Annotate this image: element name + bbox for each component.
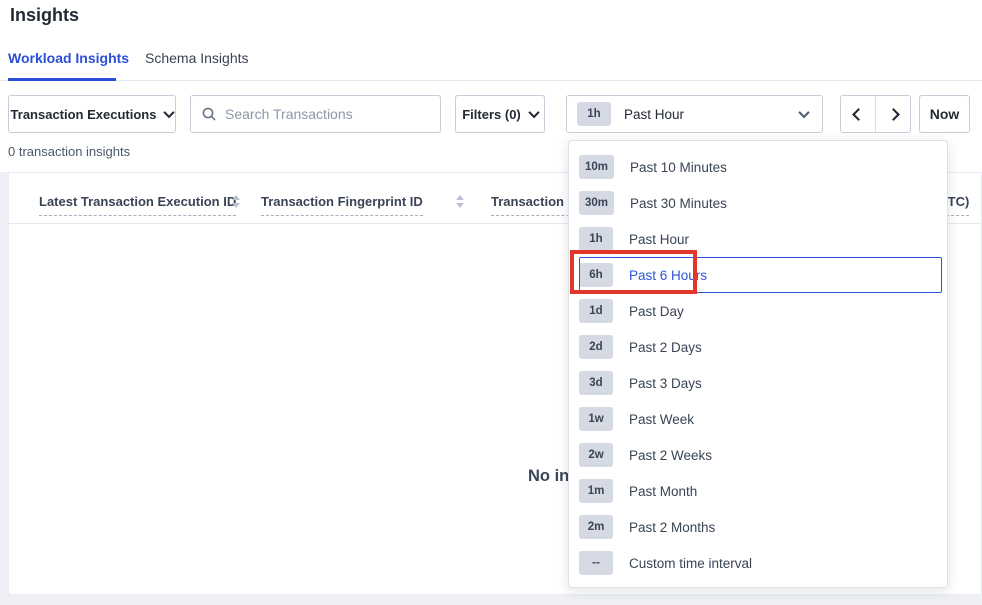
- now-label: Now: [930, 106, 960, 122]
- time-option-badge: 30m: [579, 191, 614, 215]
- time-option-badge: 2d: [579, 335, 613, 359]
- sort-icon[interactable]: [231, 195, 240, 208]
- time-interval-badge: 1h: [577, 102, 611, 126]
- chevron-left-icon: [852, 108, 865, 121]
- time-option-past-month[interactable]: 1m Past Month: [569, 473, 947, 509]
- filters-label: Filters (0): [462, 107, 521, 122]
- time-option-past-3-days[interactable]: 3d Past 3 Days: [569, 365, 947, 401]
- time-option-past-day[interactable]: 1d Past Day: [569, 293, 947, 329]
- time-option-past-2-months[interactable]: 2m Past 2 Months: [569, 509, 947, 545]
- time-option-past-2-weeks[interactable]: 2w Past 2 Weeks: [569, 437, 947, 473]
- time-option-past-6-hours[interactable]: 6h Past 6 Hours: [569, 257, 947, 293]
- filters-button[interactable]: Filters (0): [455, 95, 545, 133]
- time-option-badge: 2m: [579, 515, 613, 539]
- time-interval-label: Past Hour: [624, 107, 787, 122]
- tab-schema-insights[interactable]: Schema Insights: [145, 50, 249, 66]
- time-option-badge: 6h: [579, 263, 613, 287]
- previous-interval-button[interactable]: [841, 96, 875, 132]
- insights-page: Insights Workload Insights Schema Insigh…: [0, 0, 982, 605]
- chevron-down-icon: [798, 107, 809, 118]
- time-option-custom-interval[interactable]: -- Custom time interval: [569, 545, 947, 581]
- time-option-badge: 2w: [579, 443, 613, 467]
- chevron-down-icon: [528, 107, 539, 118]
- time-option-past-week[interactable]: 1w Past Week: [569, 401, 947, 437]
- page-title: Insights: [10, 5, 79, 26]
- next-interval-button[interactable]: [875, 96, 910, 132]
- time-option-past-30-minutes[interactable]: 30m Past 30 Minutes: [569, 185, 947, 221]
- time-interval-dropdown-menu: 10m Past 10 Minutes 30m Past 30 Minutes …: [568, 140, 948, 588]
- results-count: 0 transaction insights: [8, 144, 130, 159]
- time-option-past-10-minutes[interactable]: 10m Past 10 Minutes: [569, 149, 947, 185]
- column-header-latest-transaction-execution-id[interactable]: Latest Transaction Execution ID: [39, 194, 236, 216]
- time-option-badge: 1h: [579, 227, 613, 251]
- time-option-badge: --: [579, 551, 613, 575]
- search-transactions-box[interactable]: [190, 95, 441, 133]
- time-option-badge: 3d: [579, 371, 613, 395]
- time-range-nav: [840, 95, 911, 133]
- workload-type-dropdown[interactable]: Transaction Executions: [8, 95, 176, 133]
- tab-workload-insights[interactable]: Workload Insights: [8, 50, 129, 66]
- workload-type-label: Transaction Executions: [11, 107, 157, 122]
- time-option-past-2-days[interactable]: 2d Past 2 Days: [569, 329, 947, 365]
- sort-icon[interactable]: [455, 195, 464, 208]
- time-option-past-hour[interactable]: 1h Past Hour: [569, 221, 947, 257]
- search-icon: [201, 106, 217, 122]
- tabs-bar: Workload Insights Schema Insights: [0, 44, 982, 81]
- time-interval-selector[interactable]: 1h Past Hour: [566, 95, 823, 133]
- time-option-badge: 1m: [579, 479, 613, 503]
- column-header-transaction-fingerprint-id[interactable]: Transaction Fingerprint ID: [261, 194, 423, 216]
- time-option-badge: 1w: [579, 407, 613, 431]
- chevron-down-icon: [164, 107, 175, 118]
- time-option-badge: 1d: [579, 299, 613, 323]
- time-option-badge: 10m: [579, 155, 614, 179]
- search-transactions-input[interactable]: [225, 106, 430, 122]
- now-button[interactable]: Now: [919, 95, 970, 133]
- active-tab-underline: [8, 78, 116, 81]
- chevron-right-icon: [887, 108, 900, 121]
